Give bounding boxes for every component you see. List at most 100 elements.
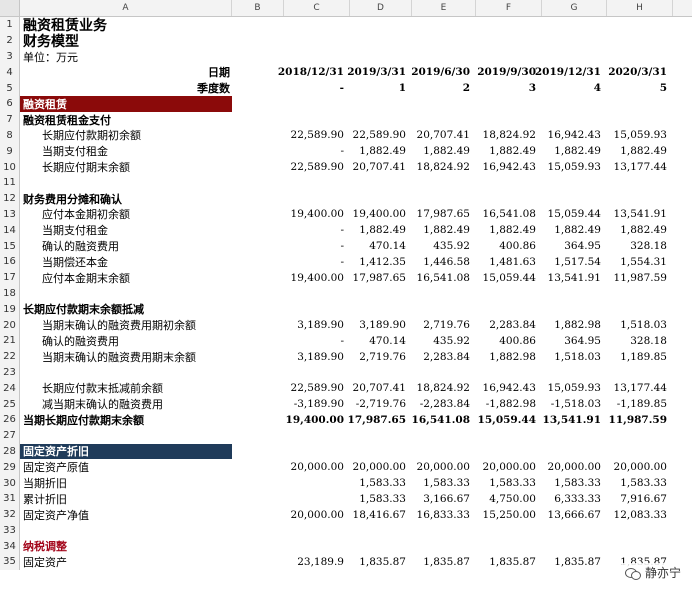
cell-b[interactable]	[232, 207, 284, 223]
cell-b[interactable]	[232, 222, 284, 238]
cell-b[interactable]	[232, 554, 284, 570]
cell-g[interactable]: 1,517.54	[542, 254, 607, 270]
cell-b[interactable]	[232, 33, 284, 49]
cell-e[interactable]: 2,283.84	[412, 349, 476, 365]
cell-b[interactable]	[232, 238, 284, 254]
cell-h[interactable]: 20,000.00	[607, 459, 673, 475]
cell-b[interactable]	[232, 128, 284, 144]
cell-a[interactable]: 当期末确认的融资费用期末余额	[20, 349, 232, 365]
cell-g[interactable]: 1,882.98	[542, 317, 607, 333]
cell-b[interactable]	[232, 349, 284, 365]
cell-c[interactable]	[284, 301, 350, 317]
row-header[interactable]: 6	[0, 95, 20, 112]
cell-f[interactable]: 3	[476, 80, 542, 96]
cell-g[interactable]	[542, 365, 607, 381]
cell-e[interactable]: 20,707.41	[412, 128, 476, 144]
cell-d[interactable]	[350, 17, 412, 33]
cell-a[interactable]: 当期支付租金	[20, 143, 232, 159]
cell-b[interactable]	[232, 491, 284, 507]
row-header[interactable]: 24	[0, 380, 20, 397]
cell-d[interactable]	[350, 428, 412, 444]
cell-f[interactable]: 20,000.00	[476, 459, 542, 475]
cell-f[interactable]: 1,835.87	[476, 554, 542, 570]
cell-a[interactable]: 当期末确认的融资费用期初余额	[20, 317, 232, 333]
row-header[interactable]: 11	[0, 174, 20, 191]
cell-a[interactable]	[20, 286, 232, 302]
cell-g[interactable]: 1,518.03	[542, 349, 607, 365]
cell-d[interactable]: 1,583.33	[350, 491, 412, 507]
cell-d[interactable]: 3,189.90	[350, 317, 412, 333]
cell-g[interactable]: 15,059.93	[542, 380, 607, 396]
column-header-a[interactable]: A	[20, 0, 232, 16]
cell-c[interactable]	[284, 191, 350, 207]
cell-h[interactable]	[607, 33, 673, 49]
row-header[interactable]: 29	[0, 459, 20, 476]
cell-d[interactable]: 1	[350, 80, 412, 96]
cell-d[interactable]	[350, 538, 412, 554]
cell-b[interactable]	[232, 64, 284, 80]
cell-d[interactable]	[350, 33, 412, 49]
row-header[interactable]: 17	[0, 269, 20, 286]
cell-a[interactable]: 确认的融资费用	[20, 333, 232, 349]
cell-b[interactable]	[232, 175, 284, 191]
cell-f[interactable]	[476, 286, 542, 302]
row-header[interactable]: 30	[0, 475, 20, 491]
cell-f[interactable]: 16,942.43	[476, 159, 542, 175]
cell-a[interactable]: 长期应付款末抵减前余额	[20, 380, 232, 396]
cell-g[interactable]	[542, 428, 607, 444]
cell-b[interactable]	[232, 507, 284, 523]
cell-c[interactable]	[284, 33, 350, 49]
cell-a[interactable]: 减当期末确认的融资费用	[20, 396, 232, 412]
cell-e[interactable]: 18,824.92	[412, 159, 476, 175]
cell-a[interactable]: 长期应付款期末余额抵减	[20, 301, 232, 317]
cell-g[interactable]	[542, 444, 607, 460]
cell-d[interactable]: 470.14	[350, 238, 412, 254]
cell-c[interactable]	[284, 428, 350, 444]
cell-h[interactable]	[607, 191, 673, 207]
cell-g[interactable]: 20,000.00	[542, 459, 607, 475]
cell-f[interactable]: 16,541.08	[476, 207, 542, 223]
cell-a[interactable]: 确认的融资费用	[20, 238, 232, 254]
cell-h[interactable]: 1,518.03	[607, 317, 673, 333]
cell-g[interactable]	[542, 301, 607, 317]
cell-g[interactable]	[542, 49, 607, 65]
cell-e[interactable]	[412, 17, 476, 33]
cell-f[interactable]	[476, 428, 542, 444]
cell-f[interactable]	[476, 538, 542, 554]
cell-h[interactable]: 1,882.49	[607, 143, 673, 159]
cell-a[interactable]: 纳税调整	[20, 538, 232, 554]
cell-e[interactable]: 2,719.76	[412, 317, 476, 333]
cell-b[interactable]	[232, 159, 284, 175]
cell-a[interactable]: 单位：万元	[20, 49, 232, 65]
cell-a[interactable]: 长期应付款期初余额	[20, 128, 232, 144]
column-header-e[interactable]: E	[412, 0, 476, 16]
cell-f[interactable]: 1,882.49	[476, 222, 542, 238]
cell-b[interactable]	[232, 444, 284, 460]
cell-d[interactable]	[350, 49, 412, 65]
cell-a[interactable]: 固定资产	[20, 554, 232, 570]
column-header-c[interactable]: C	[284, 0, 350, 16]
cell-e[interactable]	[412, 444, 476, 460]
column-header-d[interactable]: D	[350, 0, 412, 16]
cell-e[interactable]	[412, 96, 476, 112]
cell-c[interactable]: 3,189.90	[284, 349, 350, 365]
cell-g[interactable]	[542, 96, 607, 112]
cell-e[interactable]: 2019/6/30	[411, 64, 476, 80]
cell-d[interactable]: 20,000.00	[350, 459, 412, 475]
cell-c[interactable]: 20,000.00	[284, 507, 350, 523]
row-header[interactable]: 22	[0, 348, 20, 365]
cell-d[interactable]: 19,400.00	[350, 207, 412, 223]
cell-g[interactable]: 13,666.67	[542, 507, 607, 523]
cell-d[interactable]	[350, 444, 412, 460]
cell-c[interactable]: 19,400.00	[284, 270, 350, 286]
cell-a[interactable]: 当期折旧	[20, 475, 232, 491]
cell-f[interactable]	[476, 96, 542, 112]
row-header[interactable]: 34	[0, 538, 20, 555]
cell-g[interactable]: 2019/12/31	[535, 64, 607, 80]
cell-b[interactable]	[232, 459, 284, 475]
row-header[interactable]: 5	[0, 80, 20, 96]
cell-f[interactable]: 1,882.98	[476, 349, 542, 365]
cell-a[interactable]	[20, 175, 232, 191]
cell-a[interactable]: 固定资产净值	[20, 507, 232, 523]
cell-h[interactable]: 1,554.31	[607, 254, 673, 270]
